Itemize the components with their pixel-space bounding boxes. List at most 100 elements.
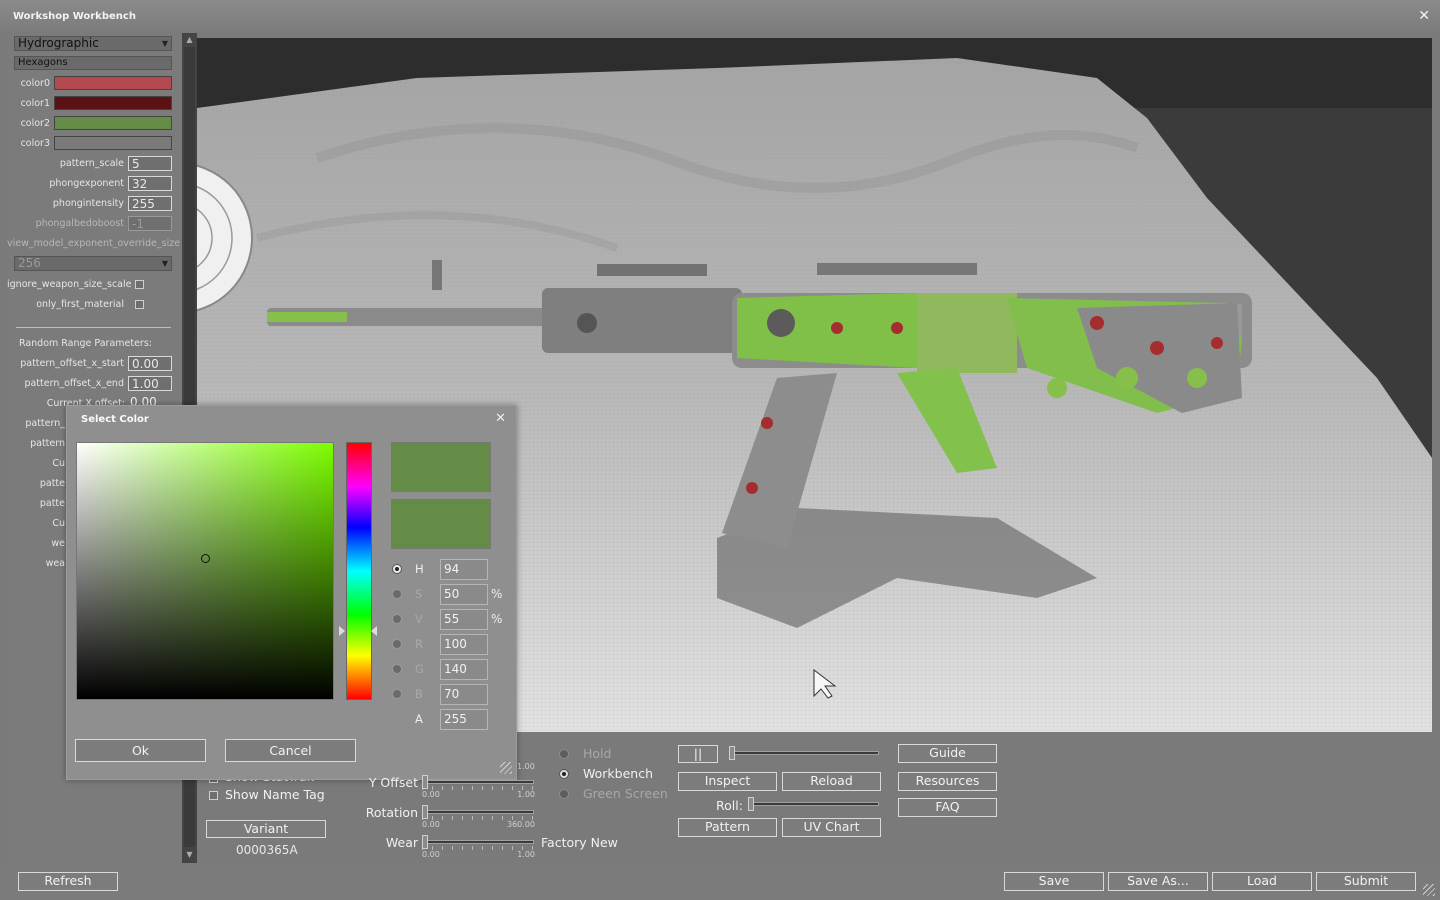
load-button[interactable]: Load	[1212, 872, 1312, 891]
channel-unit: %	[491, 587, 503, 601]
view-model-size-dropdown[interactable]: 256 ▼	[14, 256, 172, 271]
hue-slider[interactable]	[346, 442, 372, 700]
dialog-title: Select Color	[81, 414, 149, 425]
channel-value-field[interactable]: 94	[440, 559, 488, 580]
slider-knob[interactable]	[422, 775, 428, 789]
option-checkbox[interactable]	[135, 300, 144, 309]
param-field[interactable]: 255	[128, 196, 172, 211]
ok-button[interactable]: Ok	[75, 739, 206, 762]
channel-radio[interactable]	[392, 614, 402, 624]
range-field[interactable]: 1.00	[128, 376, 172, 391]
roll-slider[interactable]	[748, 797, 879, 813]
cancel-button[interactable]: Cancel	[225, 739, 356, 762]
channel-label: V	[415, 612, 423, 626]
channel-value-field[interactable]: 70	[440, 684, 488, 705]
value-slider[interactable]	[422, 775, 534, 791]
color-label: color0	[20, 78, 50, 89]
param-field[interactable]: 5	[128, 156, 172, 171]
pattern-dropdown[interactable]: Hexagons	[14, 56, 172, 70]
range-field[interactable]: 0.00	[128, 356, 172, 371]
range-label: pattern_offset_x_end	[24, 378, 124, 389]
view-mode-radio[interactable]	[559, 749, 569, 759]
slider-max: 1.00	[517, 850, 535, 859]
slider-knob[interactable]	[729, 746, 735, 760]
submit-button[interactable]: Submit	[1316, 872, 1416, 891]
value-slider[interactable]	[422, 835, 534, 851]
slider-knob[interactable]	[422, 805, 428, 819]
param-field[interactable]: 32	[128, 176, 172, 191]
channel-value-field[interactable]: 140	[440, 659, 488, 680]
view-model-label: view_model_exponent_override_size	[7, 238, 181, 249]
hue-arrow-right-icon[interactable]	[371, 626, 377, 637]
hue-arrow-left-icon[interactable]	[339, 626, 345, 637]
color0-swatch[interactable]	[54, 76, 172, 90]
saturation-value-picker[interactable]	[76, 442, 334, 700]
slider-knob[interactable]	[748, 797, 754, 811]
refresh-button[interactable]: Refresh	[18, 872, 118, 891]
channel-label: R	[415, 637, 423, 651]
variant-code: 0000365A	[236, 843, 298, 857]
slider-knob[interactable]	[422, 835, 428, 849]
variant-button[interactable]: Variant	[206, 820, 326, 838]
close-icon[interactable]: ✕	[495, 411, 506, 426]
scroll-up-icon[interactable]: ▲	[182, 33, 197, 47]
param-label: phongalbedoboost	[35, 218, 124, 229]
chevron-down-icon: ▼	[161, 259, 168, 268]
color3-swatch[interactable]	[54, 136, 172, 150]
channel-value-field[interactable]: 50	[440, 584, 488, 605]
slider-label: Y Offset	[368, 775, 418, 790]
channel-radio[interactable]	[392, 689, 402, 699]
channel-value-field[interactable]: 255	[440, 709, 488, 730]
param-label: wea	[45, 558, 65, 569]
slider-max: 360.00	[507, 820, 535, 829]
show-name-tag-checkbox[interactable]	[209, 791, 218, 800]
channel-unit: %	[491, 612, 503, 626]
resources-button[interactable]: Resources	[898, 772, 997, 791]
close-icon[interactable]: ✕	[1418, 8, 1430, 24]
pattern-button[interactable]: Pattern	[678, 818, 777, 837]
resize-grip-icon[interactable]	[1423, 884, 1435, 896]
reload-button[interactable]: Reload	[782, 772, 881, 791]
channel-radio[interactable]	[392, 639, 402, 649]
color-label: color2	[20, 118, 50, 129]
uv-chart-button[interactable]: UV Chart	[782, 818, 881, 837]
value-slider[interactable]	[422, 805, 534, 821]
faq-button[interactable]: FAQ	[898, 798, 997, 817]
param-label: we	[51, 538, 65, 549]
material-type-value: Hydrographic	[18, 36, 99, 50]
inspect-button[interactable]: Inspect	[678, 772, 777, 791]
color-label: color1	[20, 98, 50, 109]
pattern-value: Hexagons	[18, 57, 68, 68]
slider-label: Wear	[385, 835, 418, 850]
channel-value-field[interactable]: 100	[440, 634, 488, 655]
title-bar: Workshop Workbench ✕	[0, 0, 1440, 32]
resize-grip-icon[interactable]	[500, 762, 512, 774]
scroll-down-icon[interactable]: ▼	[182, 848, 197, 862]
param-label: Cu	[52, 518, 65, 529]
slider-label: Rotation	[365, 805, 418, 820]
show-name-tag-label: Show Name Tag	[225, 787, 325, 802]
channel-radio[interactable]	[392, 589, 402, 599]
view-mode-radio[interactable]	[559, 769, 569, 779]
param-label: patte	[39, 478, 65, 489]
option-checkbox[interactable]	[135, 280, 144, 289]
new-color-preview	[391, 442, 491, 492]
pause-button[interactable]: ||	[678, 745, 718, 763]
color2-swatch[interactable]	[54, 116, 172, 130]
channel-radio[interactable]	[392, 564, 402, 574]
view-model-size-value: 256	[18, 256, 41, 270]
save-as-button[interactable]: Save As...	[1108, 872, 1208, 891]
range-label: pattern_offset_x_start	[20, 358, 124, 369]
top-slider-max: 1.00	[517, 762, 535, 771]
save-button[interactable]: Save	[1004, 872, 1104, 891]
material-type-dropdown[interactable]: Hydrographic ▼	[14, 36, 172, 51]
channel-value-field[interactable]: 55	[440, 609, 488, 630]
color1-swatch[interactable]	[54, 96, 172, 110]
animation-slider[interactable]	[729, 746, 879, 762]
channel-radio[interactable]	[392, 664, 402, 674]
param-label: phongexponent	[49, 178, 124, 189]
channel-label: B	[415, 687, 423, 701]
guide-button[interactable]: Guide	[898, 744, 997, 763]
param-field[interactable]: -1	[128, 216, 172, 231]
view-mode-radio[interactable]	[559, 789, 569, 799]
